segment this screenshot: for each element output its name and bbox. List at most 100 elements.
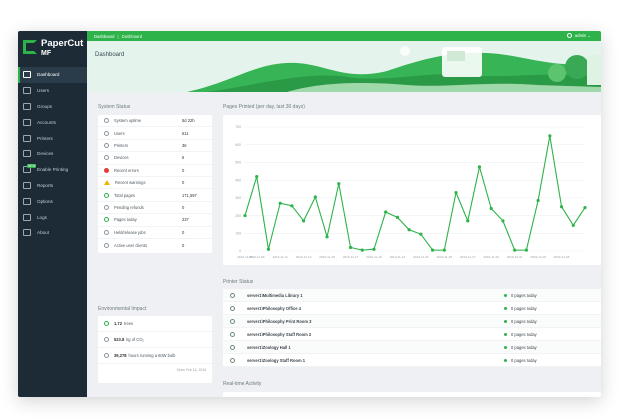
series-line (244, 135, 586, 251)
printer-status-title: Printer Status (223, 279, 254, 285)
printer-icon (230, 344, 235, 350)
sidebar-item-about[interactable]: About (18, 225, 87, 241)
data-point (243, 213, 247, 218)
data-point (571, 223, 575, 227)
sidebar-item-devices[interactable]: Devices (18, 146, 87, 162)
sidebar-item-users[interactable]: Users (18, 83, 87, 99)
printer-icon (23, 134, 31, 142)
sidebar-item-printers[interactable]: Printers (18, 130, 87, 146)
sidebar-item-label: About (37, 230, 50, 236)
sidebar-item-label: Accounts (37, 119, 56, 125)
printer-icon (104, 142, 109, 148)
pages-printed-chart: 01002003004005006007002019-11-082019-11-… (235, 125, 587, 259)
stat-row[interactable]: Recent warnings 0 (98, 177, 212, 190)
stat-row[interactable]: Recent errors 0 (98, 165, 212, 177)
stat-label: Recent errors (114, 167, 139, 173)
stat-value: 0 (182, 229, 185, 235)
user-menu[interactable]: admin ⌄ (566, 33, 591, 38)
printer-row[interactable]: server1\Philosophy Staff Room 2 0 pages t… (223, 328, 601, 341)
breadcrumb-root[interactable]: Dashboard (94, 34, 115, 39)
printer-row[interactable]: server1\Philosophy Office 4 0 pages today (223, 302, 601, 315)
leaf-icon (104, 321, 109, 326)
printer-row[interactable]: server1\Zoology Hall 1 0 pages today (223, 341, 601, 354)
stat-value: 0 (182, 204, 185, 210)
report-icon (23, 181, 31, 189)
printer-status: 0 pages today (504, 345, 594, 350)
stat-row[interactable]: Pending refunds 0 (98, 202, 212, 215)
logs-icon (23, 213, 31, 221)
sidebar-item-label: Dashboard (37, 72, 60, 78)
printer-icon (230, 292, 235, 298)
status-dot-icon (504, 345, 507, 349)
x-tick-label: 2019-12-01 (507, 255, 523, 259)
bulb-row: 39,278 hours running a 60W bulb (98, 348, 212, 364)
user-icon (23, 87, 31, 95)
trees-label: trees (123, 321, 134, 326)
new-badge: NEW (27, 163, 37, 168)
printer-row[interactable]: server1\Zoology Staff Room 1 0 pages toda… (223, 354, 601, 367)
sidebar-item-label: Options (37, 198, 53, 204)
printer-status: 0 pages today (504, 293, 594, 298)
trees-row: 1.72 trees (98, 316, 212, 332)
brand-name: PaperCut (41, 38, 84, 49)
data-point (454, 190, 458, 195)
y-tick-label: 700 (235, 125, 241, 129)
x-tick-label: 2019-11-25 (437, 255, 453, 259)
held-jobs-icon (104, 229, 109, 235)
data-point (442, 248, 446, 252)
stat-row[interactable]: System uptime 5d 22h (98, 115, 212, 128)
stat-row[interactable]: Held/release jobs 0 (98, 227, 212, 239)
printer-name[interactable]: server1\Philosophy Staff Room 2 (247, 332, 504, 337)
sidebar-item-enable-printing[interactable]: NEW Enable Printing (18, 162, 87, 178)
stat-value: 611 (182, 130, 189, 136)
client-icon (104, 242, 109, 248)
environmental-impact-card: 1.72 trees 523.8 kg of CO₂ 39,278 hours run… (98, 316, 212, 383)
chart-icon (23, 71, 31, 79)
printer-name[interactable]: server1\Multimedia Library 1 (247, 293, 504, 298)
sidebar-item-dashboard[interactable]: Dashboard (18, 67, 87, 83)
sidebar-item-logs[interactable]: Logs (18, 209, 87, 225)
printer-row[interactable]: server1\Multimedia Library 1 0 pages toda… (223, 289, 601, 302)
co2-icon (104, 337, 109, 342)
y-tick-label: 400 (235, 178, 241, 182)
x-tick-label: 2019-12-03 (530, 255, 546, 259)
options-icon (23, 197, 31, 205)
x-tick-label: 2019-11-27 (460, 255, 476, 259)
data-point (313, 195, 317, 199)
data-point (255, 175, 259, 179)
data-point (430, 248, 435, 252)
stat-row[interactable]: Total pages 171,597 (98, 189, 212, 202)
stat-row[interactable]: Active user clients 0 (98, 239, 212, 251)
printer-name[interactable]: server1\Philosophy Print Room 3 (247, 319, 504, 324)
logo[interactable]: PaperCut MF (23, 39, 83, 63)
printer-row[interactable]: server1\Philosophy Print Room 3 0 pages t… (223, 315, 601, 328)
environmental-since: Since Feb 16, 2018 (176, 368, 206, 372)
help-icon[interactable] (566, 33, 572, 38)
papercut-logo-icon (23, 40, 37, 54)
status-dot-icon (504, 293, 507, 297)
user-menu-label: admin ⌄ (574, 33, 591, 38)
bulb-icon (104, 353, 109, 358)
stat-row[interactable]: Pages today 237 (98, 214, 212, 227)
data-point (372, 247, 376, 251)
sidebar-item-label: Reports (37, 182, 54, 188)
printer-name[interactable]: server1\Zoology Hall 1 (247, 345, 504, 350)
trees-value: 1.72 (114, 321, 122, 326)
printer-name[interactable]: server1\Philosophy Office 4 (247, 306, 504, 311)
data-point (395, 215, 400, 219)
sidebar-item-options[interactable]: Options (18, 193, 87, 209)
stat-label: Printers (114, 142, 129, 148)
stat-row[interactable]: Devices 6 (98, 152, 212, 165)
stat-row[interactable]: Printers 36 (98, 140, 212, 153)
sidebar-item-groups[interactable]: Groups (18, 99, 87, 115)
account-icon (23, 118, 31, 126)
printer-name[interactable]: server1\Zoology Staff Room 1 (247, 358, 504, 363)
sidebar-item-accounts[interactable]: Accounts (18, 114, 87, 130)
sidebar-item-label: Devices (37, 151, 54, 157)
hours-value: 39,278 (114, 353, 127, 358)
stat-row[interactable]: Users 611 (98, 127, 212, 140)
sidebar-item-reports[interactable]: Reports (18, 178, 87, 194)
sidebar-item-label: Enable Printing (37, 167, 69, 173)
data-point (407, 228, 411, 232)
pages-icon (104, 192, 109, 198)
